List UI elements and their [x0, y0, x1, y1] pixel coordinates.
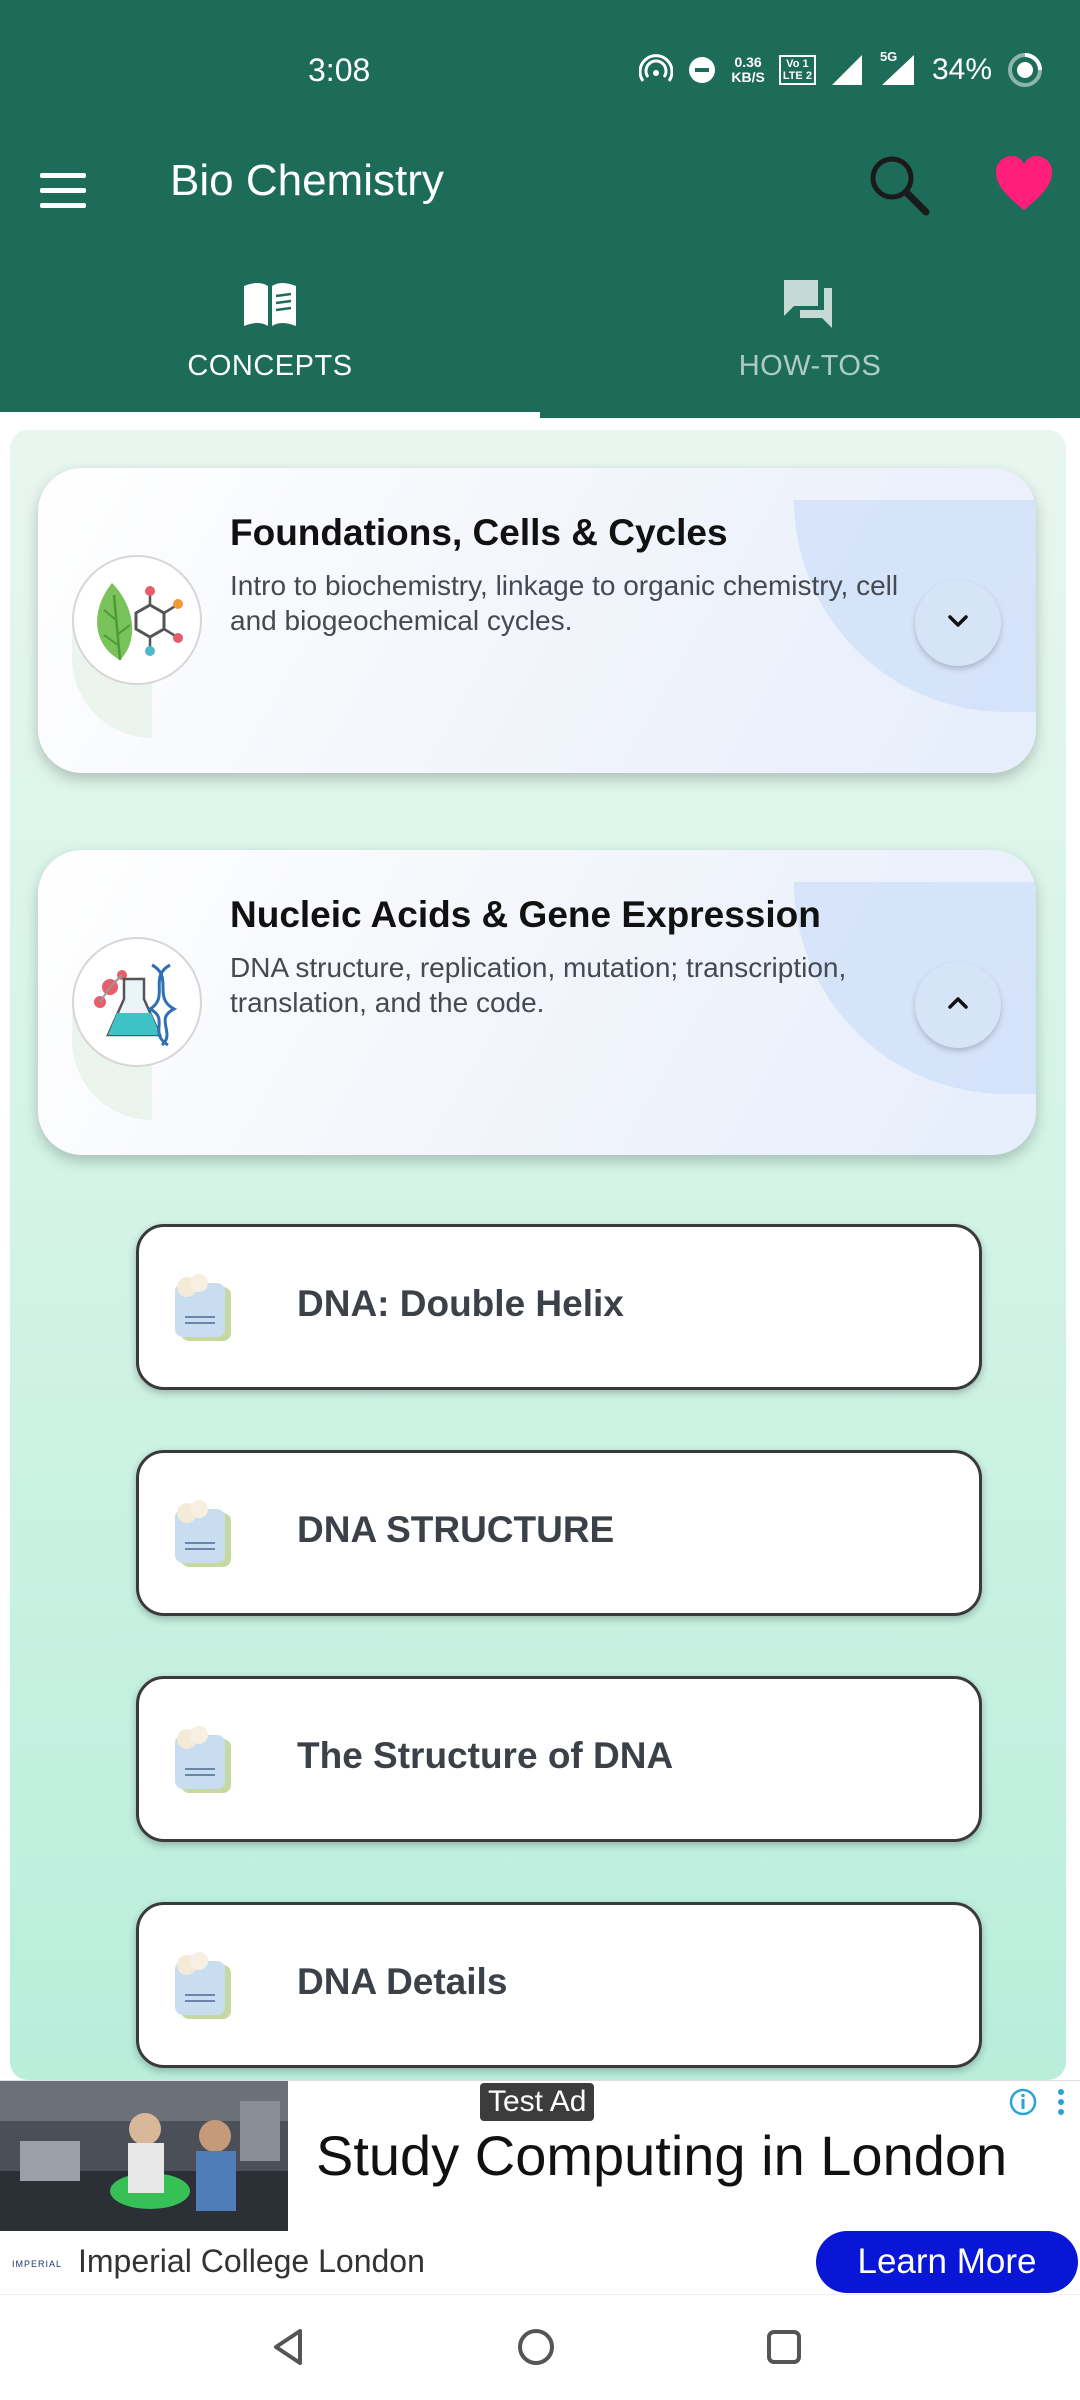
status-icons: 0.36 KB/S Vo 1 LTE 2 5G 34% [639, 48, 1044, 92]
battery-percent: 34% [931, 53, 992, 86]
topic-card-foundations[interactable]: Foundations, Cells & Cycles Intro to bio… [38, 468, 1036, 773]
chevron-down-icon [943, 606, 973, 641]
tab-howtos-label: HOW-TOS [738, 350, 882, 382]
tab-concepts-label: CONCEPTS [187, 350, 353, 382]
back-icon[interactable] [258, 2317, 318, 2377]
battery-icon [1006, 51, 1044, 89]
ad-image[interactable] [0, 2081, 288, 2231]
lesson-item-dna-structure[interactable]: DNA STRUCTURE [136, 1450, 982, 1616]
learn-more-button[interactable]: Learn More [816, 2231, 1078, 2293]
topic-title: Foundations, Cells & Cycles [230, 512, 728, 553]
lesson-item-structure-of-dna[interactable]: The Structure of DNA [136, 1676, 982, 1842]
net-speed-value: 0.36 [734, 54, 762, 70]
status-time: 3:08 [308, 52, 371, 88]
network-type: 5G [879, 49, 898, 64]
advertiser-logo: IMPERIAL [12, 2259, 63, 2269]
ad-headline[interactable]: Study Computing in London [316, 2123, 1007, 2188]
document-icon [169, 1499, 237, 1571]
search-icon[interactable] [864, 150, 934, 220]
net-speed-unit: KB/S [731, 69, 765, 85]
hotspot-icon [639, 53, 674, 87]
net-speed: 0.36 KB/S [731, 55, 764, 85]
topic-title: Nucleic Acids & Gene Expression [230, 894, 821, 935]
book-icon [240, 276, 300, 332]
home-icon[interactable] [506, 2317, 566, 2377]
status-bar: 3:08 0.36 KB/S Vo 1 LTE 2 5G 34% [0, 0, 1080, 145]
app-header: 3:08 0.36 KB/S Vo 1 LTE 2 5G 34% Bio Che… [0, 0, 1080, 418]
ad-banner[interactable]: Test Ad Study Computing in London IMPERI… [0, 2080, 1080, 2295]
menu-icon[interactable] [40, 162, 96, 218]
system-nav-bar [0, 2294, 1080, 2400]
lesson-item-dna-details[interactable]: DNA Details [136, 1902, 982, 2068]
advertiser-name: Imperial College London [78, 2243, 425, 2279]
heart-icon[interactable] [992, 152, 1056, 216]
document-icon [169, 1273, 237, 1345]
lesson-label: DNA Details [297, 1961, 508, 2002]
volte-top: Vo 1 [786, 58, 809, 70]
tab-indicator [0, 412, 540, 418]
lesson-label: DNA STRUCTURE [297, 1509, 615, 1550]
chat-icon [780, 276, 840, 332]
topic-description: Intro to biochemistry, linkage to organi… [230, 570, 899, 636]
topic-card-nucleic-acids[interactable]: Nucleic Acids & Gene Expression DNA stru… [38, 850, 1036, 1155]
concepts-list[interactable]: Foundations, Cells & Cycles Intro to bio… [10, 430, 1066, 2080]
volte-badge: Vo 1 LTE 2 [778, 55, 816, 85]
leaf-molecule-icon [72, 555, 202, 685]
signal-icon [830, 53, 864, 87]
chevron-up-icon [943, 988, 973, 1023]
tab-concepts[interactable]: CONCEPTS [0, 270, 540, 418]
ad-footer: IMPERIAL Imperial College London Learn M… [0, 2231, 1080, 2295]
lesson-item-dna-double-helix[interactable]: DNA: Double Helix [136, 1224, 982, 1390]
flask-dna-icon [72, 937, 202, 1067]
ad-info-icon[interactable] [1008, 2087, 1038, 2117]
dnd-icon [687, 55, 717, 85]
recents-icon[interactable] [754, 2317, 814, 2377]
topic-description: DNA structure, replication, mutation; tr… [230, 952, 847, 1018]
lesson-label: The Structure of DNA [297, 1735, 674, 1776]
ad-more-icon[interactable] [1054, 2087, 1068, 2119]
document-icon [169, 1725, 237, 1797]
tab-howtos[interactable]: HOW-TOS [540, 270, 1080, 418]
expand-button[interactable] [915, 580, 1001, 666]
lesson-label: DNA: Double Helix [297, 1283, 624, 1324]
ad-tag: Test Ad [480, 2083, 595, 2121]
app-title: Bio Chemistry [170, 156, 444, 205]
tab-bar: CONCEPTS HOW-TOS [0, 270, 1080, 418]
document-icon [169, 1951, 237, 2023]
signal-5g-icon: 5G [878, 49, 918, 87]
volte-bottom: LTE 2 [782, 70, 812, 82]
collapse-button[interactable] [915, 962, 1001, 1048]
app-bar: Bio Chemistry [0, 140, 1080, 280]
